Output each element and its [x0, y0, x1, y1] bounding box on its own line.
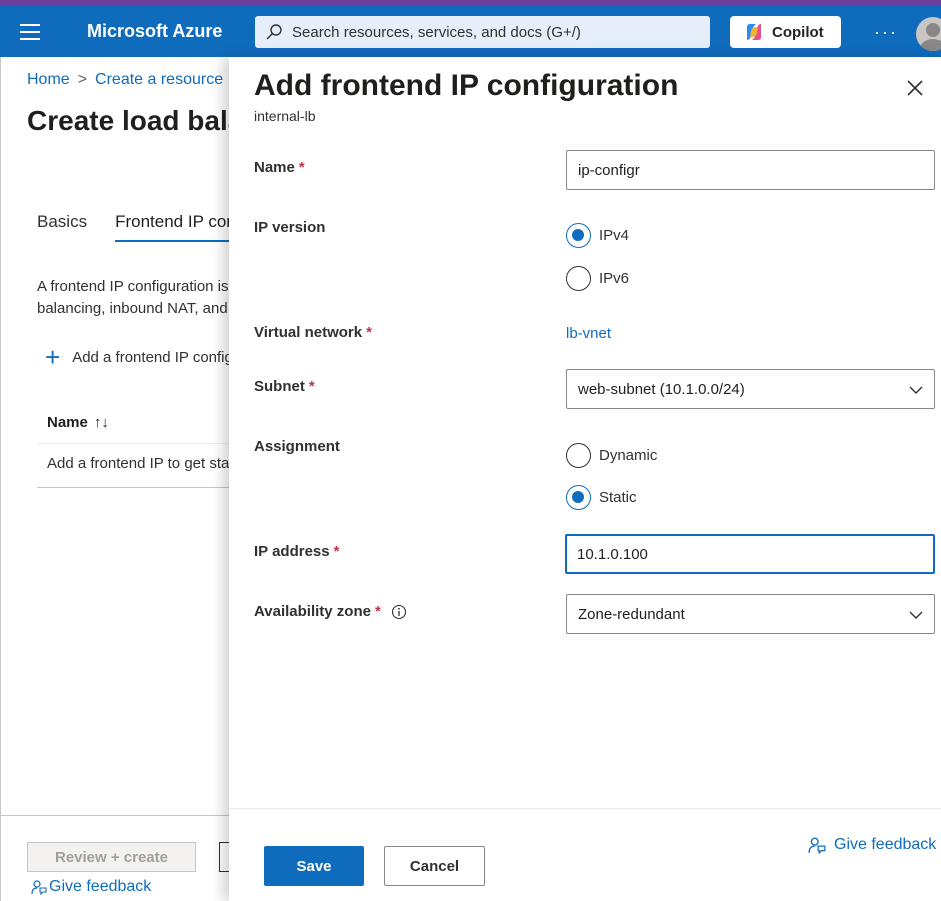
radio-ipv4-circle[interactable] [566, 223, 591, 248]
blade-footer: Save Cancel Give feedback [229, 808, 941, 901]
copilot-button[interactable]: Copilot [730, 16, 841, 48]
required-marker: * [374, 603, 381, 620]
ip-version-label: IP version [254, 219, 325, 236]
top-nav-bar: Microsoft Azure Copilot ··· [0, 6, 941, 57]
virtual-network-link[interactable]: lb-vnet [566, 325, 611, 342]
feedback-icon [31, 880, 47, 895]
table-header-name[interactable]: Name ↑↓ [37, 402, 230, 444]
name-input[interactable] [566, 150, 935, 190]
required-marker: * [298, 159, 305, 176]
required-marker: * [366, 324, 372, 341]
background-footer: Review + create Give feedback [1, 815, 239, 901]
give-feedback-label: Give feedback [834, 836, 937, 853]
radio-static[interactable]: Static [566, 485, 637, 510]
save-button[interactable]: Save [264, 846, 364, 886]
ip-address-label-text: IP address [254, 543, 330, 560]
global-search[interactable] [255, 16, 710, 48]
required-marker: * [333, 543, 340, 560]
cancel-button[interactable]: Cancel [384, 846, 485, 886]
radio-dynamic[interactable]: Dynamic [566, 443, 657, 468]
assignment-label-text: Assignment [254, 438, 340, 455]
chevron-down-icon [909, 611, 923, 619]
radio-ipv6-label: IPv6 [599, 270, 630, 287]
subnet-label: Subnet * [254, 378, 315, 395]
radio-dynamic-label: Dynamic [599, 447, 658, 464]
breadcrumb-create-resource[interactable]: Create a resource [95, 71, 223, 88]
background-page: Home > Create a resource Create load balan… [0, 57, 684, 901]
assignment-label: Assignment [254, 438, 340, 455]
blade-title: Add frontend IP configuration [254, 69, 679, 102]
radio-ipv6-circle[interactable] [566, 266, 591, 291]
required-marker: * [308, 378, 315, 395]
radio-ipv4-label: IPv4 [599, 227, 630, 244]
blade-subtitle: internal-lb [254, 108, 316, 124]
chevron-down-icon [909, 386, 923, 394]
close-icon[interactable] [904, 77, 926, 99]
give-feedback-label: Give feedback [49, 878, 152, 895]
radio-dynamic-circle[interactable] [566, 443, 591, 468]
availability-zone-value: Zone-redundant [578, 605, 685, 623]
availability-zone-label: Availability zone * [254, 603, 407, 620]
radio-ipv6[interactable]: IPv6 [566, 266, 629, 291]
name-label-text: Name [254, 159, 295, 176]
blade-give-feedback-link[interactable]: Give feedback [808, 836, 936, 854]
radio-static-label: Static [599, 489, 637, 506]
more-options-icon[interactable]: ··· [874, 22, 898, 43]
copilot-icon [747, 24, 761, 40]
ip-address-input[interactable] [565, 534, 935, 574]
feedback-icon [808, 837, 826, 854]
subnet-value: web-subnet (10.1.0.0/24) [578, 380, 745, 398]
virtual-network-label-text: Virtual network [254, 324, 363, 341]
give-feedback-link[interactable]: Give feedback [31, 878, 151, 896]
ip-version-label-text: IP version [254, 219, 326, 236]
breadcrumb: Home > Create a resource [27, 71, 223, 89]
sort-icon[interactable]: ↑↓ [94, 414, 109, 431]
radio-static-circle[interactable] [566, 485, 591, 510]
avatar[interactable] [916, 17, 941, 51]
copilot-label: Copilot [772, 23, 824, 41]
table-empty-row: Add a frontend IP to get started [37, 445, 255, 488]
add-frontend-ip-blade: Add frontend IP configuration internal-l… [229, 57, 941, 901]
availability-zone-label-text: Availability zone [254, 603, 371, 620]
ip-address-label: IP address * [254, 543, 339, 560]
radio-ipv4[interactable]: IPv4 [566, 223, 629, 248]
chevron-right-icon: > [77, 71, 88, 88]
hamburger-menu-icon[interactable] [20, 24, 40, 40]
breadcrumb-home[interactable]: Home [27, 71, 70, 88]
search-icon [266, 24, 282, 40]
name-label: Name * [254, 159, 305, 176]
column-name-label: Name [47, 414, 88, 431]
plus-icon: + [45, 342, 61, 372]
availability-zone-dropdown[interactable]: Zone-redundant [566, 594, 935, 634]
search-input[interactable] [292, 16, 692, 48]
info-icon[interactable] [391, 604, 407, 620]
subnet-dropdown[interactable]: web-subnet (10.1.0.0/24) [566, 369, 935, 409]
review-create-button[interactable]: Review + create [27, 842, 196, 872]
subnet-label-text: Subnet [254, 378, 305, 395]
brand-name[interactable]: Microsoft Azure [87, 21, 222, 42]
virtual-network-label: Virtual network * [254, 324, 372, 341]
tab-basics[interactable]: Basics [37, 212, 87, 242]
